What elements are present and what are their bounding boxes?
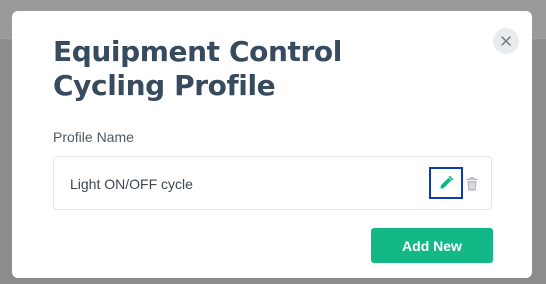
modal-title: Equipment Control Cycling Profile	[53, 35, 342, 102]
cycling-profile-modal: Equipment Control Cycling Profile Profil…	[12, 11, 532, 278]
delete-profile-button[interactable]	[464, 174, 480, 194]
edit-profile-button[interactable]	[429, 167, 463, 199]
profile-name-label: Profile Name	[53, 129, 134, 145]
pencil-icon	[440, 176, 453, 189]
close-button[interactable]	[493, 28, 519, 54]
add-new-button[interactable]: Add New	[371, 228, 493, 263]
profile-name-text: Light ON/OFF cycle	[70, 176, 193, 192]
close-icon	[501, 36, 511, 46]
trash-icon	[466, 177, 478, 191]
profile-list-item: Light ON/OFF cycle	[53, 156, 492, 210]
